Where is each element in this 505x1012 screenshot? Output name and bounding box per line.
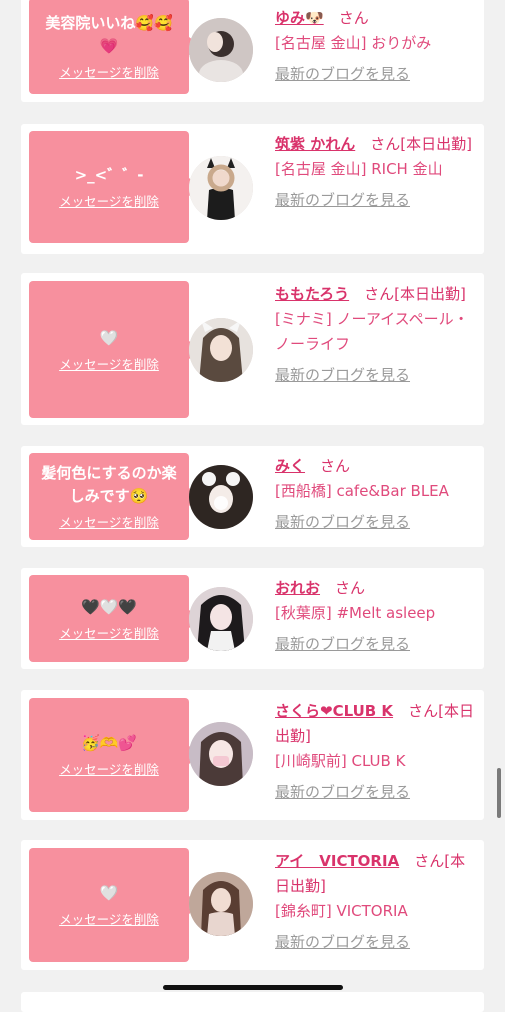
avatar[interactable] — [189, 18, 253, 82]
message-bubble: 🤍 メッセージを削除 — [29, 281, 201, 418]
list-item: 髪何色にするのか楽しみです🥺 メッセージを削除 みく さん [西船橋] cafe… — [21, 446, 484, 547]
profile-info: おれお さん [秋葉原] #Melt asleep 最新のブログを見る — [275, 576, 475, 657]
message-bubble: 🥳🫶💕 メッセージを削除 — [29, 698, 201, 812]
message-text: 髪何色にするのか楽しみです🥺 — [41, 464, 177, 505]
message-text: 🤍 — [99, 328, 119, 347]
profile-info: みく さん [西船橋] cafe&Bar BLEA 最新のブログを見る — [275, 454, 475, 535]
message-bubble: 髪何色にするのか楽しみです🥺 メッセージを削除 — [29, 453, 201, 540]
delete-message-link[interactable]: メッセージを削除 — [59, 623, 159, 642]
honorific: さん — [335, 579, 366, 597]
avatar[interactable] — [189, 722, 253, 786]
message-text: 🖤🤍🖤 — [80, 597, 138, 616]
delete-message-link[interactable]: メッセージを削除 — [59, 909, 159, 928]
list-item: >_<゛゛- メッセージを削除 筑紫 かれん さん[本日出勤] [名古屋 金山]… — [21, 124, 484, 254]
avatar[interactable] — [189, 587, 253, 651]
profile-name-link[interactable]: アイ VICTORIA — [275, 852, 399, 870]
list-item: 🖤🤍🖤 メッセージを削除 おれお さん [秋葉原] #Melt asleep 最… — [21, 568, 484, 669]
honorific: さん — [414, 852, 445, 870]
honorific: さん — [338, 9, 369, 27]
message-bubble: 🖤🤍🖤 メッセージを削除 — [29, 575, 201, 662]
profile-name-link[interactable]: ゆみ🐶 — [275, 9, 324, 27]
list-item: 🤍 メッセージを削除 ももたろう さん[本日出勤] [ミナミ] ノーアイスペール… — [21, 273, 484, 425]
message-bubble: 美容院いいね🥰🥰💗 メッセージを削除 — [29, 0, 201, 94]
profile-name-link[interactable]: 筑紫 かれん — [275, 135, 355, 153]
status-label: [本日出勤] — [400, 135, 472, 153]
home-indicator — [163, 985, 343, 990]
profile-info: 筑紫 かれん さん[本日出勤] [名古屋 金山] RICH 金山 最新のブログを… — [275, 132, 475, 213]
profile-info: ゆみ🐶 さん [名古屋 金山] おりがみ 最新のブログを見る — [275, 6, 475, 87]
profile-info: さくら❤CLUB K さん[本日出勤] [川崎駅前] CLUB K 最新のブログ… — [275, 699, 475, 805]
delete-message-link[interactable]: メッセージを削除 — [59, 62, 159, 81]
message-text: >_<゛゛- — [74, 166, 144, 184]
blog-link[interactable]: 最新のブログを見る — [275, 930, 475, 955]
profile-name-link[interactable]: おれお — [275, 579, 320, 597]
shop-info: [西船橋] cafe&Bar BLEA — [275, 482, 449, 500]
shop-info: [錦糸町] VICTORIA — [275, 902, 408, 920]
message-bubble: 🤍 メッセージを削除 — [29, 848, 201, 962]
honorific: さん — [370, 135, 401, 153]
message-text: 🥳🫶💕 — [80, 734, 138, 752]
list-item: 美容院いいね🥰🥰💗 メッセージを削除 ゆみ🐶 さん [名古屋 金山] おりがみ … — [21, 0, 484, 102]
delete-message-link[interactable]: メッセージを削除 — [59, 354, 159, 373]
profile-name-link[interactable]: ももたろう — [275, 285, 349, 303]
avatar[interactable] — [189, 872, 253, 936]
shop-info: [川崎駅前] CLUB K — [275, 752, 406, 770]
blog-link[interactable]: 最新のブログを見る — [275, 188, 475, 213]
delete-message-link[interactable]: メッセージを削除 — [59, 759, 159, 778]
message-text: 美容院いいね🥰🥰💗 — [45, 13, 173, 55]
avatar[interactable] — [189, 318, 253, 382]
honorific: さん — [320, 457, 351, 475]
blog-link[interactable]: 最新のブログを見る — [275, 363, 475, 388]
blog-link[interactable]: 最新のブログを見る — [275, 780, 475, 805]
shop-info: [名古屋 金山] RICH 金山 — [275, 160, 443, 178]
blog-link[interactable]: 最新のブログを見る — [275, 62, 475, 87]
honorific: さん — [408, 702, 439, 720]
avatar[interactable] — [189, 465, 253, 529]
shop-info: [秋葉原] #Melt asleep — [275, 604, 436, 622]
delete-message-link[interactable]: メッセージを削除 — [59, 512, 159, 531]
status-label: [本日出勤] — [394, 285, 466, 303]
blog-link[interactable]: 最新のブログを見る — [275, 632, 475, 657]
list-item: 🥳🫶💕 メッセージを削除 さくら❤CLUB K さん[本日出勤] [川崎駅前] … — [21, 690, 484, 820]
list-item: 🤍 メッセージを削除 アイ VICTORIA さん[本日出勤] [錦糸町] VI… — [21, 840, 484, 970]
message-list: 美容院いいね🥰🥰💗 メッセージを削除 ゆみ🐶 さん [名古屋 金山] おりがみ … — [0, 0, 505, 1012]
shop-info: [ミナミ] ノーアイスペール・ノーライフ — [275, 310, 469, 353]
honorific: さん — [364, 285, 395, 303]
message-text: 🤍 — [99, 884, 119, 902]
avatar[interactable] — [189, 156, 253, 220]
message-bubble: >_<゛゛- メッセージを削除 — [29, 131, 201, 243]
blog-link[interactable]: 最新のブログを見る — [275, 510, 475, 535]
scrollbar[interactable] — [497, 768, 501, 818]
delete-message-link[interactable]: メッセージを削除 — [59, 191, 159, 210]
profile-info: アイ VICTORIA さん[本日出勤] [錦糸町] VICTORIA 最新のブ… — [275, 849, 475, 955]
list-item-partial — [21, 992, 484, 1012]
shop-info: [名古屋 金山] おりがみ — [275, 34, 432, 52]
profile-name-link[interactable]: みく — [275, 457, 305, 475]
profile-info: ももたろう さん[本日出勤] [ミナミ] ノーアイスペール・ノーライフ 最新のブ… — [275, 282, 475, 388]
profile-name-link[interactable]: さくら❤CLUB K — [275, 702, 393, 720]
